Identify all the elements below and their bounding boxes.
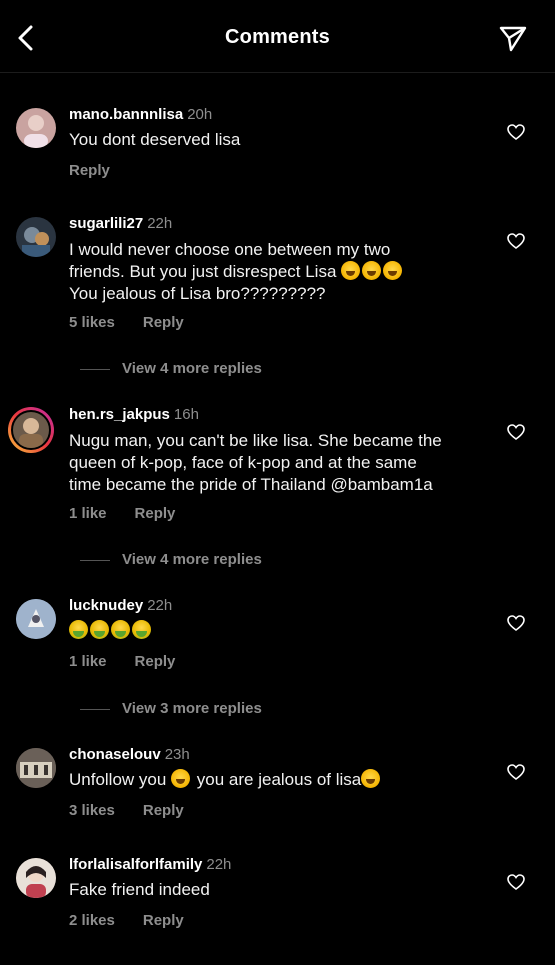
heart-icon[interactable]	[507, 424, 525, 440]
page-title: Comments	[225, 26, 330, 48]
comment-meta: chonaselouv 23h	[69, 745, 190, 765]
comment-line: You jealous of Lisa bro?????????	[69, 284, 326, 303]
nauseated-emoji-icon	[111, 620, 130, 639]
comment-meta: sugarlili27 22h	[69, 214, 172, 234]
comment-text: Fake friend indeed	[69, 879, 489, 901]
view-replies-label: View 3 more replies	[122, 700, 262, 717]
reply-button[interactable]: Reply	[143, 314, 184, 331]
heart-icon[interactable]	[507, 124, 525, 140]
reply-button[interactable]: Reply	[135, 653, 176, 670]
view-more-replies-button[interactable]: View 3 more replies	[80, 700, 262, 717]
likes-count[interactable]: 5 likes	[69, 314, 115, 331]
send-icon	[499, 26, 527, 52]
heart-icon[interactable]	[507, 764, 525, 780]
nauseated-emoji-icon	[90, 620, 109, 639]
nauseated-emoji-icon	[69, 620, 88, 639]
comment-line: I would never choose one between my two	[69, 240, 391, 259]
divider-line	[80, 708, 110, 710]
username[interactable]: lforlalisalforlfamily	[69, 856, 202, 873]
top-bar: Comments	[0, 0, 555, 73]
view-more-replies-button[interactable]: View 4 more replies	[80, 360, 262, 377]
timestamp: 22h	[206, 856, 232, 873]
comment-line-with-emoji: friends. But you just disrespect Lisa	[69, 261, 489, 283]
likes-count[interactable]: 1 like	[69, 653, 107, 670]
share-button[interactable]	[498, 24, 528, 52]
heart-icon[interactable]	[507, 233, 525, 249]
likes-count[interactable]: 3 likes	[69, 802, 115, 819]
comment-actions: 3 likes Reply	[69, 802, 212, 819]
comment-line: Fake friend indeed	[69, 880, 210, 899]
view-replies-label: View 4 more replies	[122, 360, 262, 377]
comment-text	[69, 620, 489, 642]
view-more-replies-button[interactable]: View 4 more replies	[80, 551, 262, 568]
comment-line: you are jealous of lisa	[196, 770, 362, 789]
likes-count[interactable]: 1 like	[69, 505, 107, 522]
divider-line	[80, 559, 110, 561]
laughing-emoji-icon	[171, 769, 191, 788]
laughing-emoji-icon	[362, 261, 382, 280]
laughing-emoji-icon	[341, 261, 361, 280]
comment-meta: lforlalisalforlfamily 22h	[69, 855, 231, 875]
avatar[interactable]	[16, 217, 56, 257]
avatar[interactable]	[8, 407, 54, 453]
comment-actions: Reply	[69, 162, 138, 179]
likes-count[interactable]: 2 likes	[69, 912, 115, 929]
avatar[interactable]	[16, 108, 56, 148]
comment-text: I would never choose one between my two …	[69, 239, 489, 305]
comment-line: time became the pride of Thailand @bamba…	[69, 475, 433, 494]
laughing-emoji-icon	[361, 769, 381, 788]
username[interactable]: hen.rs_jakpus	[69, 406, 170, 423]
reply-button[interactable]: Reply	[143, 912, 184, 929]
avatar[interactable]	[16, 858, 56, 898]
comment-actions: 5 likes Reply	[69, 314, 212, 331]
heart-icon[interactable]	[507, 615, 525, 631]
username[interactable]: lucknudey	[69, 597, 143, 614]
avatar[interactable]	[16, 748, 56, 788]
laughing-emoji-icon	[383, 261, 403, 280]
comment-text: You dont deserved lisa	[69, 129, 489, 151]
timestamp: 20h	[187, 106, 213, 123]
comment-text: Nugu man, you can't be like lisa. She be…	[69, 430, 499, 496]
comment-actions: 1 like Reply	[69, 653, 203, 670]
comment-actions: 1 like Reply	[69, 505, 203, 522]
reply-button[interactable]: Reply	[69, 162, 110, 179]
reply-button[interactable]: Reply	[135, 505, 176, 522]
comment-line: Nugu man, you can't be like lisa. She be…	[69, 431, 442, 450]
comment-line: queen of k-pop, face of k-pop and at the…	[69, 453, 417, 472]
nauseated-emoji-icon	[132, 620, 151, 639]
comment-meta: hen.rs_jakpus 16h	[69, 405, 199, 425]
username[interactable]: sugarlili27	[69, 215, 143, 232]
timestamp: 23h	[164, 746, 190, 763]
comment-line: friends. But you just disrespect Lisa	[69, 262, 337, 281]
username[interactable]: chonaselouv	[69, 746, 161, 763]
comment-text: Unfollow you you are jealous of lisa	[69, 769, 489, 791]
timestamp: 22h	[147, 597, 173, 614]
timestamp: 22h	[147, 215, 173, 232]
view-replies-label: View 4 more replies	[122, 551, 262, 568]
username[interactable]: mano.bannnlisa	[69, 106, 183, 123]
comment-line: Unfollow you	[69, 770, 167, 789]
reply-button[interactable]: Reply	[143, 802, 184, 819]
comment-line: You dont deserved lisa	[69, 130, 241, 149]
timestamp: 16h	[173, 406, 199, 423]
comment-meta: mano.bannnlisa 20h	[69, 105, 212, 125]
avatar[interactable]	[16, 599, 56, 639]
divider-line	[80, 368, 110, 370]
comment-meta: lucknudey 22h	[69, 596, 172, 616]
comment-actions: 2 likes Reply	[69, 912, 212, 929]
heart-icon[interactable]	[507, 874, 525, 890]
